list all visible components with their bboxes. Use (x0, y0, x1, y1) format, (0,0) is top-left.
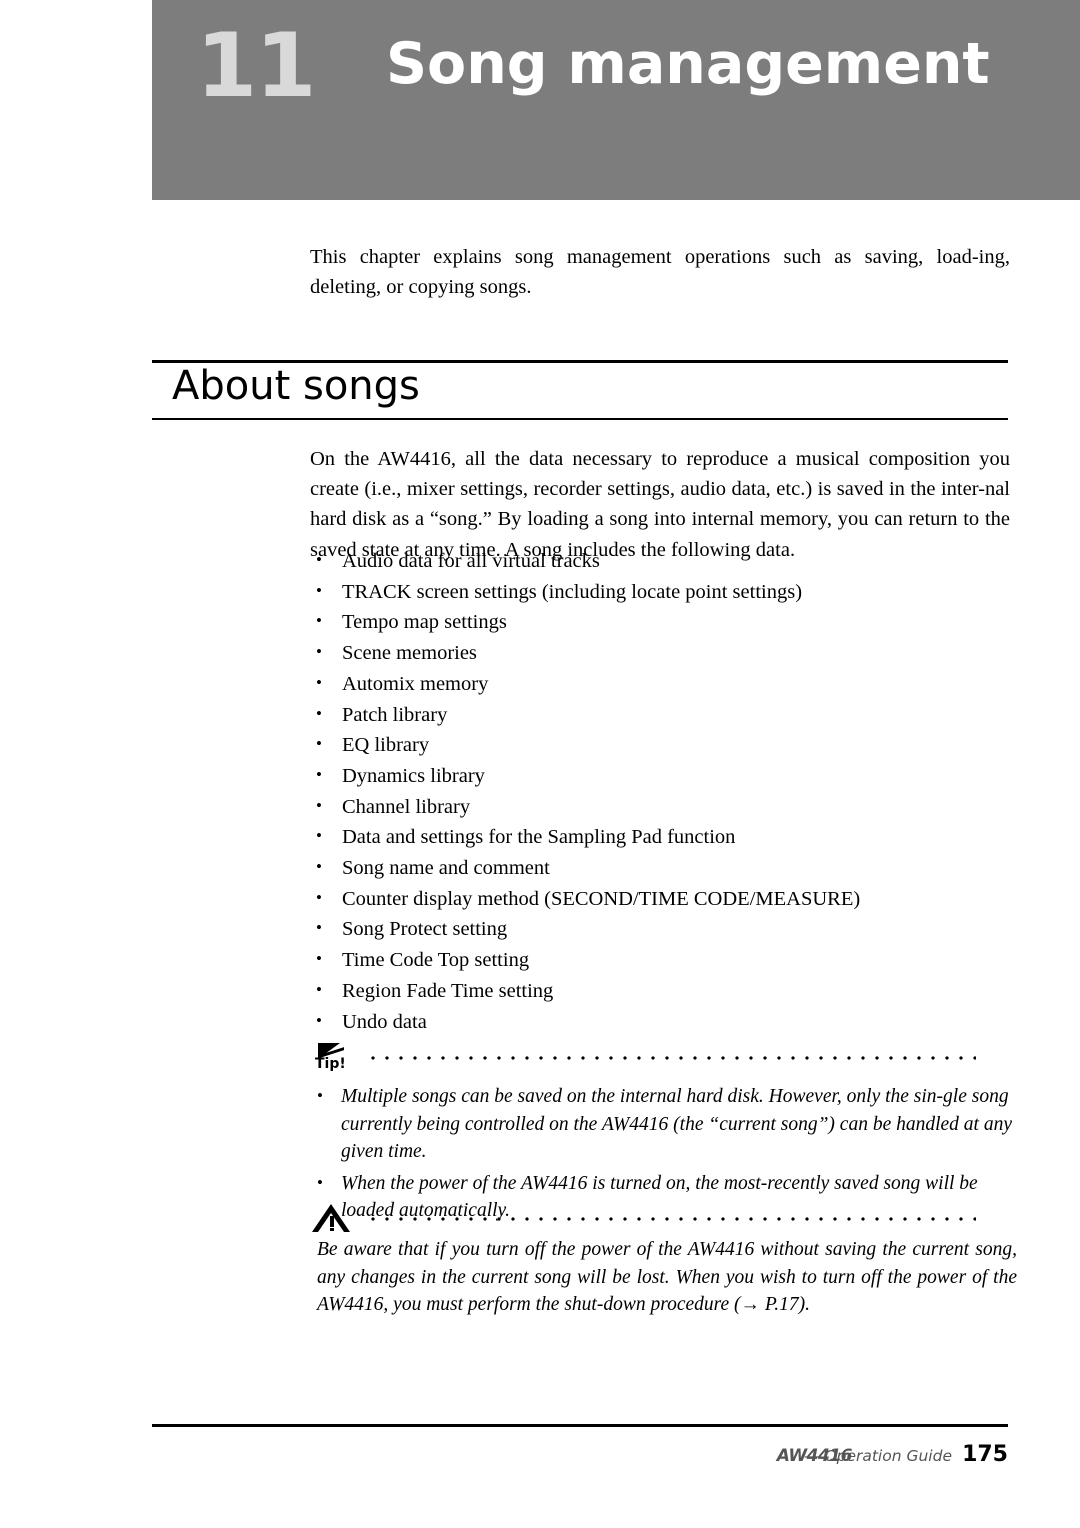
list-item: Audio data for all virtual tracks (313, 545, 1013, 577)
section-rule-bottom (152, 418, 1008, 420)
chapter-title: Song management (386, 31, 990, 97)
tip-list: Multiple songs can be saved on the inter… (313, 1082, 1013, 1229)
list-item: Undo data (313, 1006, 1013, 1038)
footer-page-number: 175 (962, 1442, 1008, 1467)
list-item: Song Protect setting (313, 913, 1013, 945)
list-item: Time Code Top setting (313, 944, 1013, 976)
list-item: TRACK screen settings (including locate … (313, 576, 1013, 608)
list-item: Channel library (313, 791, 1013, 823)
list-item: EQ library (313, 729, 1013, 761)
intro-paragraph: This chapter explains song management op… (310, 246, 1010, 298)
footer-rule (152, 1424, 1008, 1427)
list-item: Multiple songs can be saved on the inter… (313, 1082, 1013, 1166)
list-item: Patch library (313, 699, 1013, 731)
list-item: Data and settings for the Sampling Pad f… (313, 821, 1013, 853)
warning-text: Be aware that if you turn off the power … (317, 1239, 1017, 1315)
list-item: Dynamics library (313, 760, 1013, 792)
warning-triangle-icon (312, 1202, 352, 1234)
chapter-number: 11 (196, 14, 316, 117)
list-item: Scene memories (313, 637, 1013, 669)
list-item: Song name and comment (313, 852, 1013, 884)
footer-guide-label: — Operation Guide (803, 1447, 952, 1465)
list-item: Automix memory (313, 668, 1013, 700)
list-item: Region Fade Time setting (313, 975, 1013, 1007)
tip-dotted-rule (366, 1056, 976, 1060)
list-item: Counter display method (SECOND/TIME CODE… (313, 883, 1013, 915)
section-title: About songs (172, 363, 420, 409)
warning-dotted-rule (366, 1217, 976, 1221)
tip-label: Tip! (315, 1056, 346, 1072)
song-data-bullet-list: Audio data for all virtual tracks TRACK … (313, 545, 1013, 1038)
list-item: Tempo map settings (313, 606, 1013, 638)
